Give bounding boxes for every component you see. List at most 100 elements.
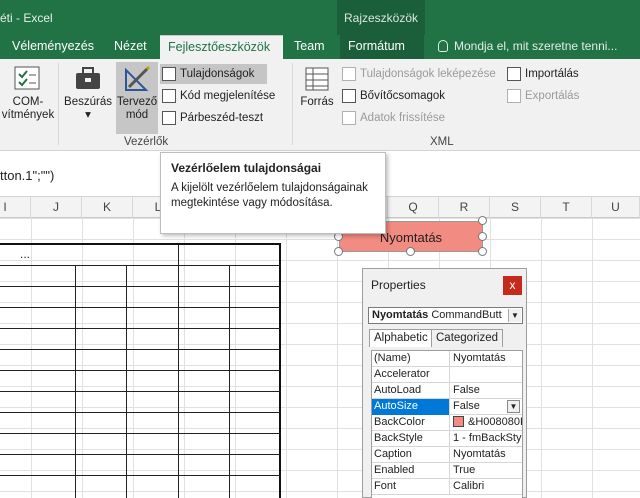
table-gridline [0,349,281,350]
import-label: Importálás [525,68,579,80]
run-dialog-button[interactable]: Párbeszéd-teszt [160,108,263,128]
properties-button[interactable]: Tulajdonságok [160,64,267,84]
property-value-text: &H008080F [468,416,523,428]
refresh-data-button[interactable]: Adatok frissítése [340,108,445,128]
column-header[interactable]: U [592,197,640,218]
tab-alphabetic[interactable]: Alphabetic [369,329,433,347]
property-row[interactable]: AutoLoad False [372,383,522,399]
property-row[interactable]: Accelerator [372,367,522,383]
property-row[interactable]: Font Calibri [372,479,522,495]
property-value[interactable]: Nyomtatás [451,351,522,367]
column-header[interactable]: S [490,197,541,218]
tab-view[interactable]: Nézet [106,35,155,59]
tab-format[interactable]: Formátum [340,35,424,59]
property-row[interactable]: BackColor &H008080F [372,415,523,431]
com-addins-label-1: COM- [12,96,44,108]
column-header[interactable]: Q [388,197,439,218]
group-separator [58,63,59,145]
ribbon: COM- vítmények Beszúrás ▾ Tervező mód Tu… [0,59,640,151]
table-gridline [75,265,76,498]
object-selector[interactable]: Nyomtatás CommandButt ▼ [368,307,523,324]
property-name: Caption [372,447,450,463]
object-name: Nyomtatás [372,309,429,321]
expansion-packs-icon [342,89,356,103]
ribbon-tabs: Véleményezés Nézet Fejlesztőeszközök Tea… [0,35,640,59]
tab-review[interactable]: Véleményezés [4,35,102,59]
context-group-label: Rajzeszközök [337,0,425,35]
table-gridline [0,307,281,308]
property-value[interactable]: Calibri [451,479,522,495]
resize-handle[interactable] [406,247,415,256]
properties-grid: (Name) Nyomtatás Accelerator AutoLoad Fa… [371,350,523,498]
expansion-packs-button[interactable]: Bővítőcsomagok [340,86,445,106]
map-properties-button[interactable]: Tulajdonságok leképezése [340,64,496,84]
design-mode-label-2: mód [125,109,149,121]
property-value[interactable]: False [451,383,522,399]
property-row[interactable]: Caption Nyomtatás [372,447,522,463]
map-properties-icon [342,67,356,81]
import-icon [507,67,521,81]
property-value[interactable] [451,367,522,383]
property-row[interactable]: BackStyle 1 - fmBackStyl [372,431,522,447]
export-icon [507,89,521,103]
property-row[interactable]: Enabled True [372,463,522,479]
property-value[interactable]: 1 - fmBackStyl [451,431,522,447]
table-gridline [0,475,281,476]
property-name: AutoSize [372,399,450,415]
properties-tooltip: Vezérlőelem tulajdonságai A kijelölt vez… [160,152,386,234]
design-mode-label-1: Tervező [116,96,158,108]
property-name: Enabled [372,463,450,479]
import-button[interactable]: Importálás [505,64,579,84]
table-gridline [0,265,281,266]
group-separator [292,63,293,145]
property-value[interactable]: &H008080F [451,415,523,431]
lightbulb-icon [438,40,448,52]
properties-window[interactable]: Properties x Nyomtatás CommandButt ▼ Alp… [362,268,527,498]
table-gridline [0,412,281,413]
column-header[interactable]: I [0,197,31,218]
properties-icon [162,67,176,81]
insert-control-button[interactable]: Beszúrás ▾ [62,65,114,122]
column-header[interactable]: K [82,197,133,218]
resize-handle[interactable] [478,216,487,225]
property-name: BackColor [372,415,450,431]
chevron-down-icon: ▼ [508,309,521,322]
property-value[interactable]: True [451,463,522,479]
table-gridline [0,286,281,287]
property-row[interactable]: AutoSize False ▼ [372,399,522,415]
resize-handle[interactable] [334,247,343,256]
column-header[interactable]: J [31,197,82,218]
tab-developer[interactable]: Fejlesztőeszközök [160,35,283,59]
code-icon [162,89,176,103]
property-row[interactable]: (Name) Nyomtatás [372,351,522,367]
property-name: Accelerator [372,367,450,383]
property-value[interactable]: Nyomtatás [451,447,522,463]
table-gridline [0,370,281,371]
tab-team[interactable]: Team [286,35,333,59]
formula-text: tton.1";"") [0,168,55,183]
xml-group-label: XML [430,136,454,148]
resize-handle[interactable] [478,232,487,241]
xml-source-button[interactable]: Forrás [296,65,338,109]
tooltip-body: A kijelölt vezérlőelem tulajdonságainak … [171,182,368,209]
design-mode-button[interactable]: Tervező mód [116,62,158,134]
table-gridline [229,265,230,498]
view-code-button[interactable]: Kód megjelenítése [160,86,275,106]
run-dialog-label: Párbeszéd-teszt [180,112,264,124]
insert-label: Beszúrás [64,96,112,108]
column-header[interactable]: T [541,197,592,218]
tab-categorized[interactable]: Categorized [431,329,504,347]
color-swatch [453,416,464,427]
column-header[interactable]: R [439,197,490,218]
resize-handle[interactable] [478,247,487,256]
export-button[interactable]: Exportálás [505,86,579,106]
refresh-icon [342,111,356,125]
tell-me-box[interactable]: Mondja el, mit szeretne tenni... [438,35,617,59]
com-addins-button[interactable]: COM- vítmények [0,65,56,122]
properties-label: Tulajdonságok [180,68,255,80]
chevron-down-icon[interactable]: ▼ [507,400,520,413]
bordered-table[interactable] [0,243,281,498]
xml-source-label: Forrás [300,96,334,108]
close-button[interactable]: x [503,276,522,295]
dialog-icon [162,111,176,125]
